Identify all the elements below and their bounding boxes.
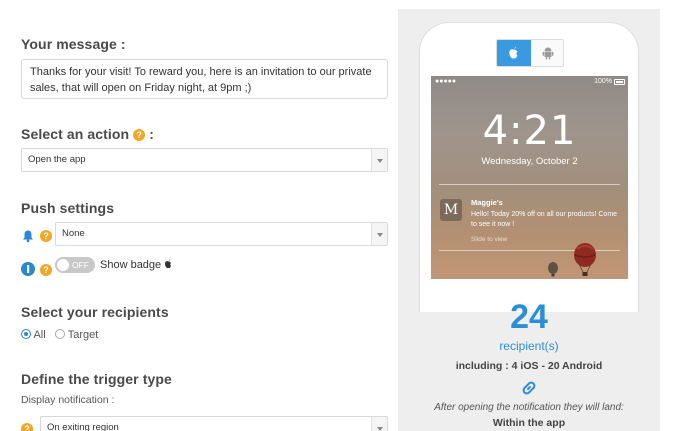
app-logo: M: [440, 199, 462, 221]
android-icon: [542, 47, 554, 60]
phone-screen: ●●●●● 100% 4:21 Wednesday, October 2 M M…: [431, 76, 628, 279]
hot-air-balloon-icon: [548, 262, 558, 277]
sound-select[interactable]: None: [55, 222, 388, 246]
lockscreen-date: Wednesday, October 2: [481, 156, 578, 167]
notification-body: Hello! Today 20% off on all our products…: [471, 211, 618, 228]
action-label-colon: :: [149, 126, 154, 142]
divider: [439, 184, 620, 185]
chevron-down-icon[interactable]: [371, 223, 387, 245]
message-label: Your message :: [21, 36, 126, 52]
radio-all-circle[interactable]: [21, 329, 31, 339]
radio-target-circle[interactable]: [54, 329, 65, 339]
chevron-down-icon[interactable]: [371, 149, 387, 171]
bell-icon: [23, 230, 33, 243]
preview-panel: ●●●●● 100% 4:21 Wednesday, October 2 M M…: [398, 9, 660, 431]
radio-all-label: All: [33, 329, 46, 341]
action-label-text: Select an action: [21, 126, 130, 142]
android-tab[interactable]: [531, 40, 563, 66]
help-icon[interactable]: ?: [133, 129, 146, 141]
trigger-select[interactable]: On exiting region: [40, 416, 388, 431]
recipients-radio-group: All Target: [21, 329, 98, 341]
landing-destination: Within the app: [492, 417, 566, 429]
battery-percent: 100%: [594, 78, 612, 85]
help-icon[interactable]: ?: [40, 230, 52, 242]
lockscreen-time: 4:21: [482, 108, 577, 154]
badge-toggle[interactable]: OFF: [55, 257, 95, 273]
action-label: Select an action ? :: [21, 126, 154, 142]
action-select-value: Open the app: [28, 154, 86, 165]
platform-breakdown: including : 4 iOS - 20 Android: [455, 360, 603, 372]
show-badge-text: Show badge: [100, 259, 162, 271]
recipient-count: 24: [510, 298, 548, 336]
action-select[interactable]: Open the app: [21, 148, 388, 172]
signal-indicator: ●●●●●: [435, 78, 457, 85]
phone-frame: ●●●●● 100% 4:21 Wednesday, October 2 M M…: [419, 22, 639, 312]
apple-icon: [165, 259, 172, 269]
apple-icon: [509, 47, 518, 59]
message-input[interactable]: Thanks for your visit! To reward you, he…: [21, 59, 388, 99]
badge-number-icon: [21, 262, 35, 276]
battery-icon: [614, 79, 625, 85]
hot-air-balloon-icon: [574, 243, 596, 276]
radio-target[interactable]: Target: [54, 329, 99, 341]
ios-tab[interactable]: [497, 40, 531, 66]
push-settings-label: Push settings: [21, 200, 115, 216]
trigger-select-value: On exiting region: [47, 422, 119, 431]
show-badge-label: Show badge: [100, 259, 173, 271]
chevron-down-icon[interactable]: [371, 417, 387, 431]
display-notification-label: Display notification :: [21, 394, 115, 406]
trigger-label: Define the trigger type: [21, 371, 172, 387]
help-icon[interactable]: ?: [40, 264, 52, 276]
landing-description: After opening the notification they will…: [434, 402, 624, 413]
recipients-label: Select your recipients: [21, 304, 169, 320]
toggle-state: OFF: [72, 260, 89, 270]
recipient-count-label: recipient(s): [499, 339, 559, 353]
notification-title: Maggie's: [471, 198, 503, 207]
toggle-knob: [57, 259, 69, 271]
form-panel: Your message : Thanks for your visit! To…: [21, 0, 388, 431]
radio-all[interactable]: All: [21, 329, 46, 341]
radio-target-label: Target: [67, 329, 99, 341]
sound-select-value: None: [62, 228, 85, 239]
help-icon[interactable]: ?: [21, 423, 33, 431]
os-switch[interactable]: [496, 39, 564, 67]
link-icon[interactable]: [521, 380, 537, 396]
slide-to-view: Slide to view: [471, 236, 508, 243]
